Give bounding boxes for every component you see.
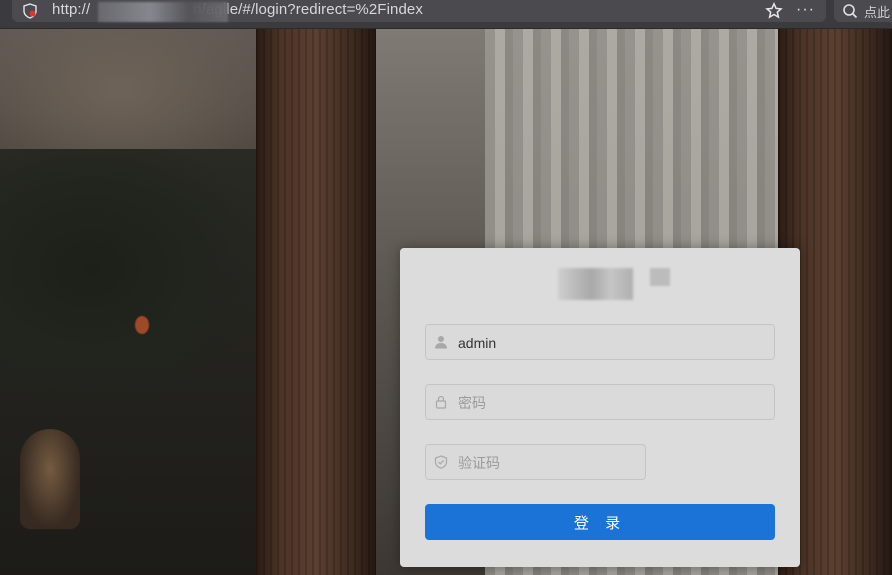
- password-field[interactable]: [425, 384, 775, 421]
- password-input[interactable]: [456, 385, 768, 421]
- login-form: 登 录: [400, 248, 800, 567]
- search-icon[interactable]: [842, 3, 858, 19]
- captcha-input[interactable]: [456, 445, 639, 481]
- redacted-logo-part: [650, 268, 670, 286]
- wooden-post-left: [256, 29, 376, 575]
- username-field[interactable]: [425, 324, 775, 361]
- redacted-host: [98, 2, 228, 22]
- shield-check-icon: [434, 455, 448, 469]
- lock-icon: [435, 395, 447, 409]
- more-options-icon[interactable]: ···: [796, 1, 815, 19]
- background-lamp: [20, 429, 80, 529]
- user-icon: [435, 336, 447, 349]
- browser-toolbar: http://n/agile/#/login?redirect=%2Findex…: [0, 0, 892, 29]
- redacted-logo: [558, 268, 633, 300]
- search-placeholder[interactable]: 点此: [864, 2, 890, 21]
- security-shield-icon[interactable]: [22, 3, 38, 19]
- background-light: [135, 316, 149, 334]
- username-input[interactable]: [456, 325, 768, 361]
- captcha-field[interactable]: [425, 444, 646, 481]
- login-button[interactable]: 登 录: [425, 504, 775, 540]
- bookmark-star-icon[interactable]: [765, 2, 783, 20]
